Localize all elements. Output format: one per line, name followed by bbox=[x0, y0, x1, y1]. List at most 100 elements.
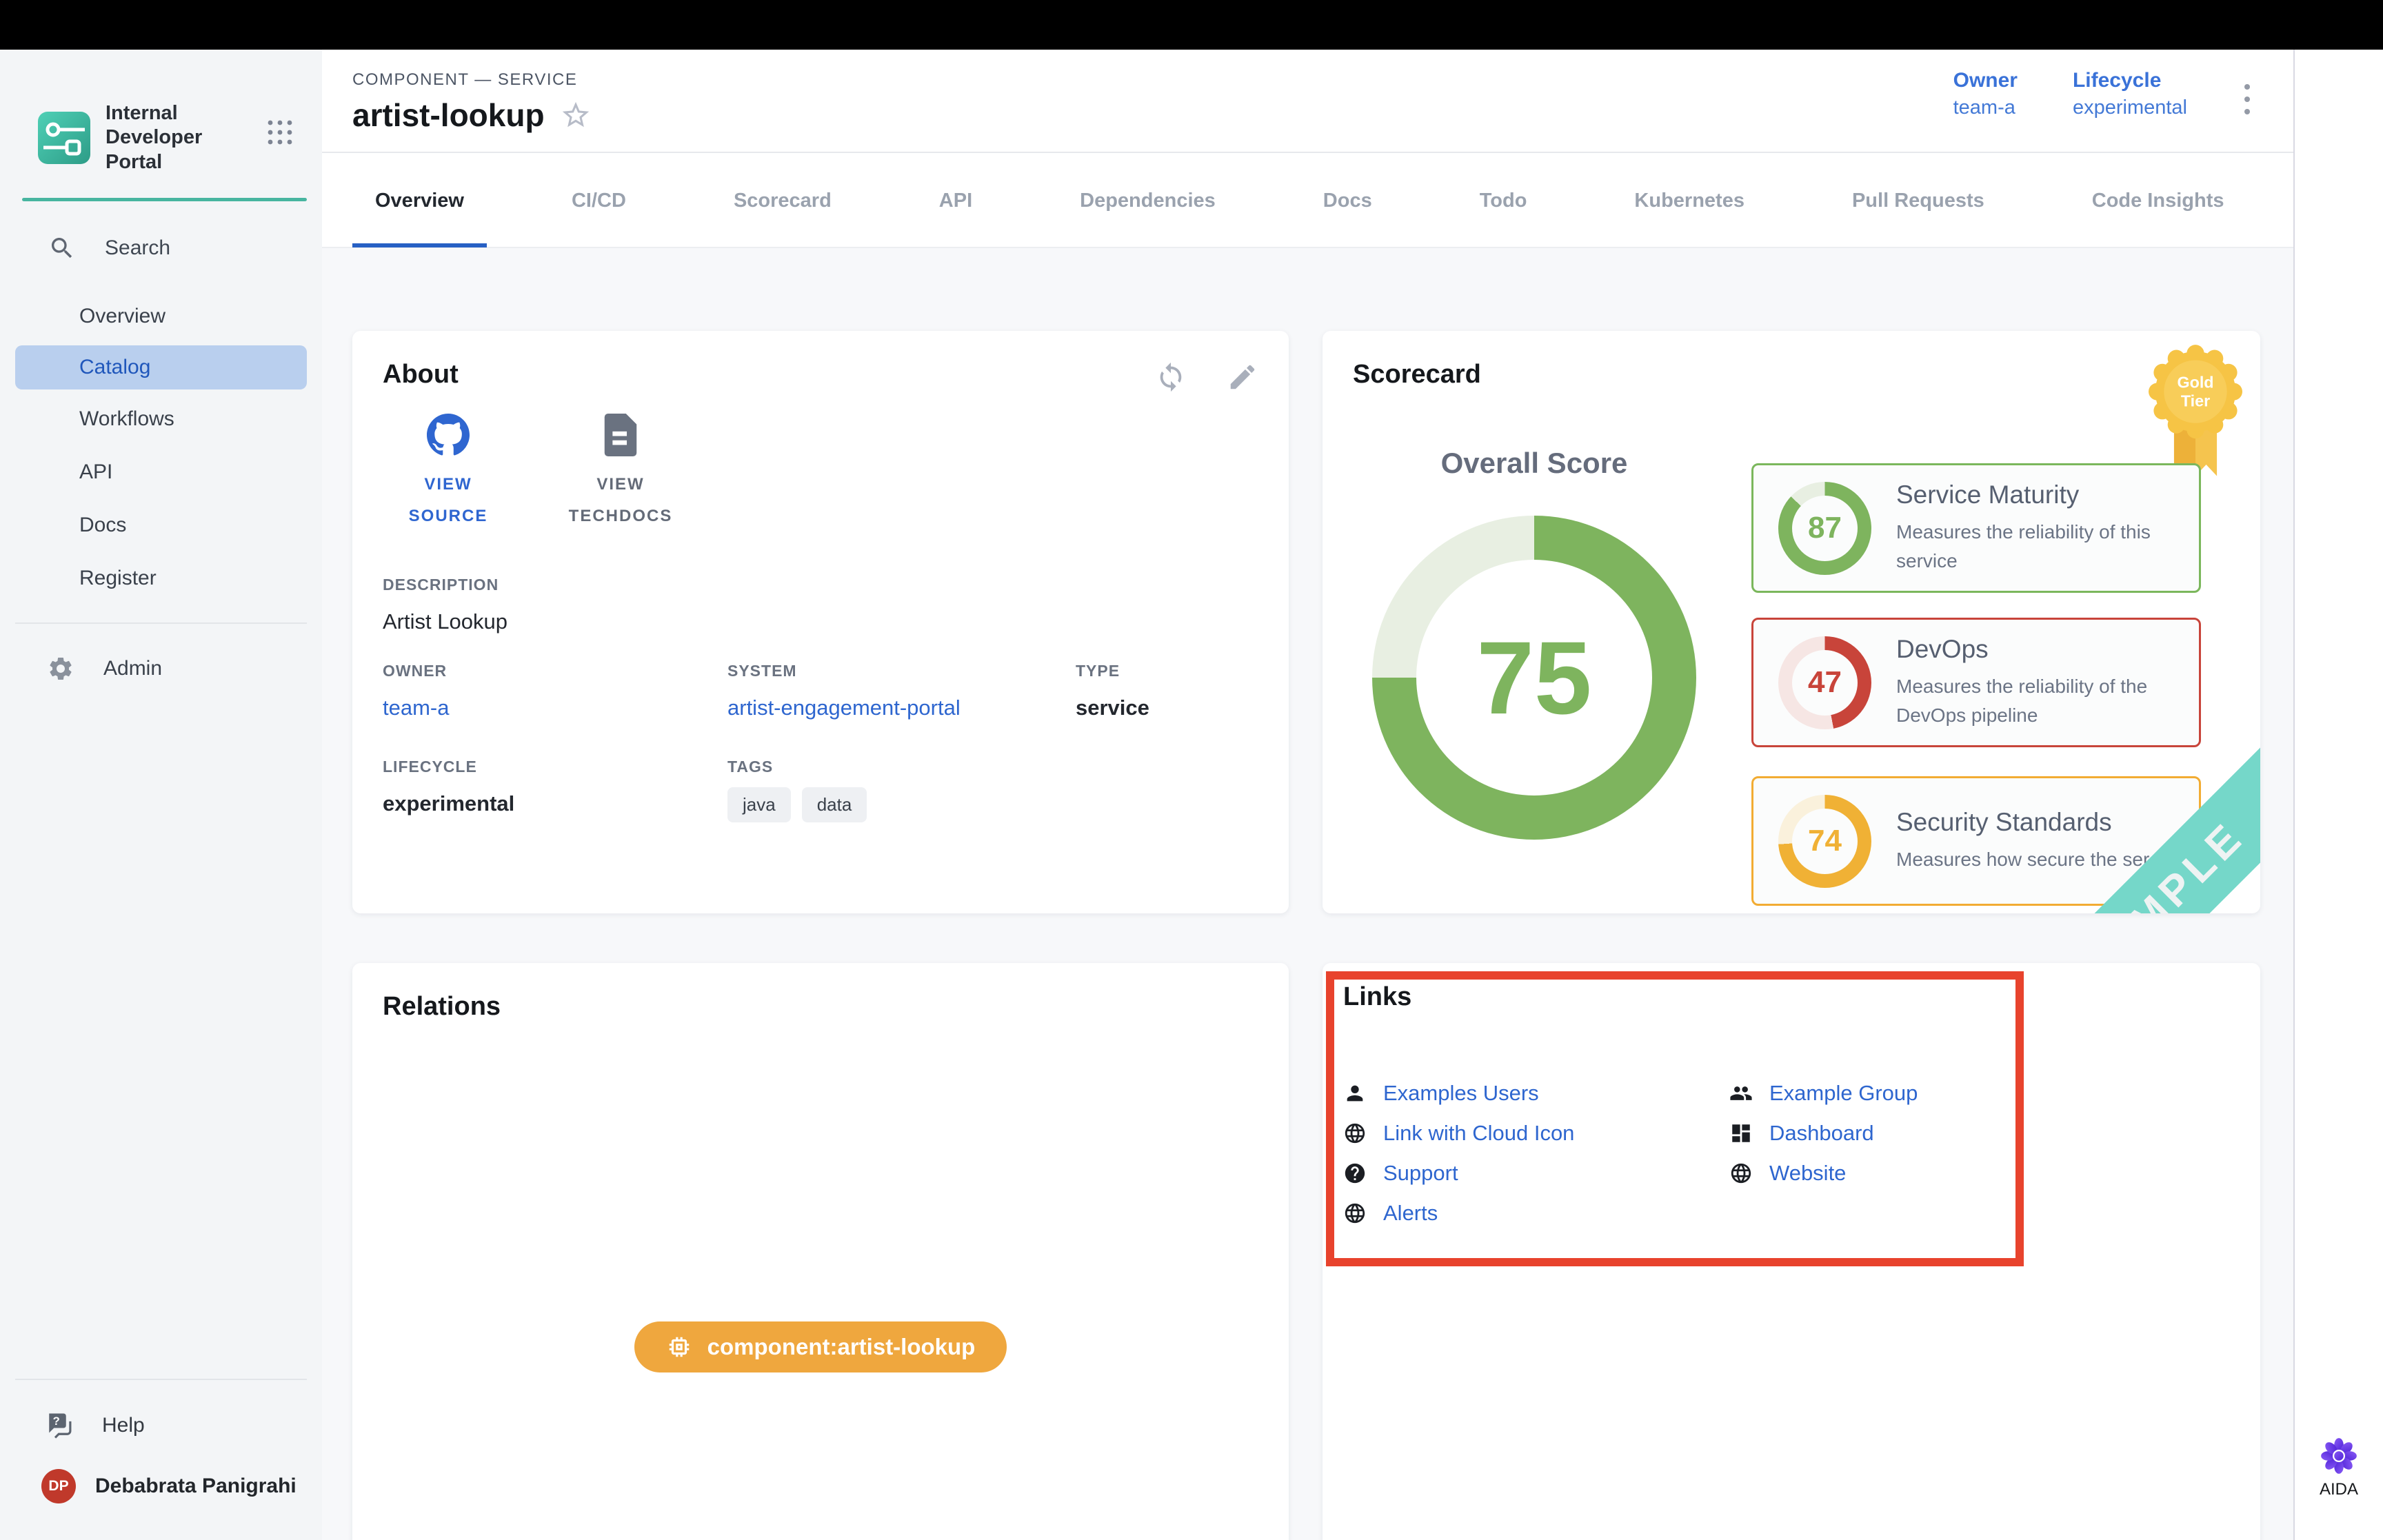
tag-chip[interactable]: java bbox=[727, 787, 791, 822]
help-icon bbox=[1343, 1162, 1367, 1185]
sidebar-nav: Overview Catalog Workflows API Docs Regi… bbox=[0, 290, 322, 695]
search-label: Search bbox=[105, 236, 170, 260]
metric-name: Service Maturity bbox=[1896, 480, 2174, 509]
owner-meta: Owner team-a bbox=[1953, 69, 2018, 119]
view-techdocs-label: VIEW TECHDOCS bbox=[555, 469, 686, 531]
sidebar-item-catalog[interactable]: Catalog bbox=[15, 345, 307, 389]
badge-line2: Tier bbox=[2181, 392, 2210, 409]
tab-code-insights[interactable]: Code Insights bbox=[2069, 154, 2247, 247]
tab-kubernetes[interactable]: Kubernetes bbox=[1611, 154, 1767, 247]
badge-line1: Gold bbox=[2177, 373, 2213, 391]
user-menu[interactable]: DP Debabrata Panigrahi bbox=[0, 1453, 322, 1519]
sidebar-item-admin-label: Admin bbox=[103, 657, 162, 680]
sidebar: Internal Developer Portal Search Overvie… bbox=[0, 50, 322, 1540]
sidebar-search[interactable]: Search bbox=[48, 234, 170, 262]
aida-label: AIDA bbox=[2320, 1480, 2358, 1499]
user-icon bbox=[1343, 1082, 1367, 1105]
view-source-label: VIEW SOURCE bbox=[383, 469, 514, 531]
sidebar-item-api[interactable]: API bbox=[0, 445, 322, 498]
service-maturity-gauge: 87 bbox=[1778, 482, 1871, 575]
svg-text:?: ? bbox=[53, 1415, 60, 1428]
user-name: Debabrata Panigrahi bbox=[95, 1475, 296, 1498]
lifecycle-field: LIFECYCLE experimental bbox=[383, 758, 727, 822]
sidebar-footer: ? Help DP Debabrata Panigrahi bbox=[0, 1361, 322, 1540]
portal-logo-icon bbox=[38, 112, 90, 164]
refresh-icon[interactable] bbox=[1155, 361, 1187, 393]
relation-node-label: component:artist-lookup bbox=[707, 1334, 976, 1360]
link-support[interactable]: Support bbox=[1343, 1161, 1729, 1186]
description-value: Artist Lookup bbox=[383, 609, 507, 634]
overall-score-gauge: 75 bbox=[1372, 516, 1696, 840]
metric-description: Measures how secure the ser bbox=[1896, 845, 2149, 874]
system-field: SYSTEM artist-engagement-portal bbox=[727, 662, 1076, 720]
globe-icon bbox=[1729, 1162, 1753, 1185]
content-right-border bbox=[2293, 50, 2295, 1540]
lifecycle-value: experimental bbox=[2073, 97, 2187, 119]
tab-todo[interactable]: Todo bbox=[1457, 154, 1550, 247]
tab-api[interactable]: API bbox=[916, 154, 995, 247]
link-cloud-icon[interactable]: Link with Cloud Icon bbox=[1343, 1121, 1729, 1146]
github-icon bbox=[427, 414, 470, 456]
more-options-icon[interactable] bbox=[2242, 81, 2252, 117]
app-grid-icon[interactable] bbox=[264, 116, 296, 148]
tab-docs[interactable]: Docs bbox=[1300, 154, 1395, 247]
tab-cicd[interactable]: CI/CD bbox=[549, 154, 649, 247]
metric-description: Measures the reliability of this service bbox=[1896, 518, 2174, 576]
about-card: About VIEW SOURCE bbox=[352, 331, 1289, 913]
help-chat-icon: ? bbox=[46, 1411, 74, 1440]
description-label: DESCRIPTION bbox=[383, 576, 507, 594]
search-icon bbox=[48, 234, 76, 262]
view-source-button[interactable]: VIEW SOURCE bbox=[383, 414, 514, 531]
links-card: Links Examples Users bbox=[1323, 963, 2260, 1540]
owner-field: OWNER team-a bbox=[383, 662, 727, 720]
group-icon bbox=[1729, 1082, 1753, 1105]
tab-pull-requests[interactable]: Pull Requests bbox=[1829, 154, 2007, 247]
tab-dependencies[interactable]: Dependencies bbox=[1057, 154, 1238, 247]
breadcrumb: COMPONENT — SERVICE bbox=[352, 70, 577, 90]
metric-name: Security Standards bbox=[1896, 808, 2149, 837]
tab-scorecard[interactable]: Scorecard bbox=[711, 154, 854, 247]
main-area: COMPONENT — SERVICE artist-lookup Owner … bbox=[322, 50, 2293, 1540]
link-examples-users[interactable]: Examples Users bbox=[1343, 1081, 1729, 1106]
tab-overview[interactable]: Overview bbox=[352, 154, 487, 247]
star-icon[interactable] bbox=[560, 99, 592, 131]
relation-node-chip[interactable]: component:artist-lookup bbox=[634, 1321, 1007, 1372]
view-techdocs-button[interactable]: VIEW TECHDOCS bbox=[555, 414, 686, 531]
owner-value[interactable]: team-a bbox=[1953, 97, 2018, 119]
sidebar-item-help[interactable]: ? Help bbox=[0, 1398, 322, 1453]
link-example-group[interactable]: Example Group bbox=[1729, 1081, 1918, 1106]
metric-devops[interactable]: 47 DevOps Measures the reliability of th… bbox=[1751, 618, 2201, 747]
relations-card: Relations component:artist-lookup bbox=[352, 963, 1289, 1540]
brand-divider bbox=[22, 198, 307, 201]
chip-icon bbox=[666, 1334, 692, 1360]
scorecard-card: Scorecard Gold Tier Ov bbox=[1323, 331, 2260, 913]
link-website[interactable]: Website bbox=[1729, 1161, 1918, 1186]
tags-field: TAGS java data bbox=[727, 758, 1076, 822]
brand: Internal Developer Portal bbox=[38, 101, 264, 174]
system-link[interactable]: artist-engagement-portal bbox=[727, 696, 1076, 720]
sidebar-item-overview[interactable]: Overview bbox=[0, 290, 322, 343]
sidebar-item-workflows[interactable]: Workflows bbox=[0, 392, 322, 445]
owner-label: Owner bbox=[1953, 69, 2018, 92]
sidebar-item-admin[interactable]: Admin bbox=[0, 642, 322, 695]
link-dashboard[interactable]: Dashboard bbox=[1729, 1121, 1918, 1146]
aida-assistant-widget[interactable]: AIDA bbox=[2311, 1437, 2366, 1499]
overall-score-value: 75 bbox=[1477, 618, 1592, 738]
nav-divider bbox=[15, 622, 307, 624]
metric-description: Measures the reliability of the DevOps p… bbox=[1896, 672, 2174, 730]
relations-title: Relations bbox=[383, 992, 501, 1022]
owner-link[interactable]: team-a bbox=[383, 696, 727, 720]
sidebar-item-help-label: Help bbox=[102, 1414, 145, 1437]
link-alerts[interactable]: Alerts bbox=[1343, 1201, 1729, 1226]
sidebar-item-docs[interactable]: Docs bbox=[0, 498, 322, 551]
footer-divider bbox=[15, 1379, 307, 1380]
browser-top-bar bbox=[0, 0, 2383, 50]
lifecycle-meta: Lifecycle experimental bbox=[2073, 69, 2187, 119]
entity-header: COMPONENT — SERVICE artist-lookup Owner … bbox=[322, 50, 2293, 153]
gear-icon bbox=[47, 655, 74, 682]
tag-chip[interactable]: data bbox=[802, 787, 867, 822]
sidebar-item-register[interactable]: Register bbox=[0, 551, 322, 605]
metric-service-maturity[interactable]: 87 Service Maturity Measures the reliabi… bbox=[1751, 463, 2201, 593]
edit-icon[interactable] bbox=[1227, 361, 1258, 393]
portal-title: Internal Developer Portal bbox=[105, 101, 264, 174]
